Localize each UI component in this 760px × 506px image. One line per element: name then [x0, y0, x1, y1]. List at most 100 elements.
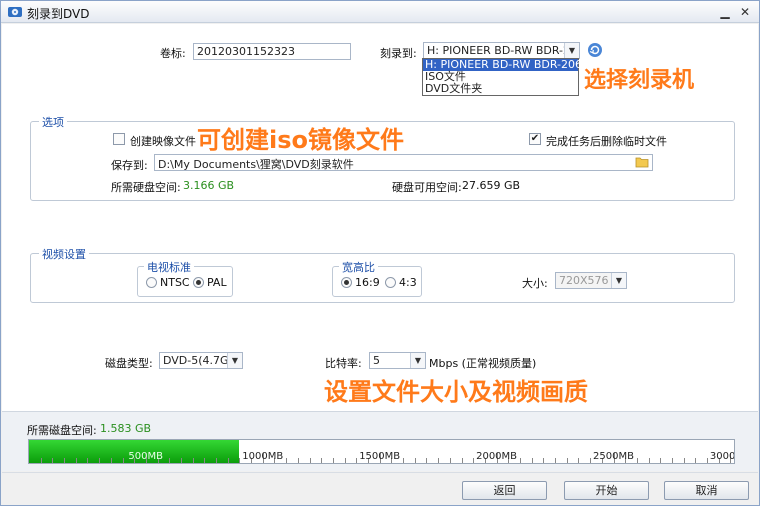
footer-bar: 返回 开始 取消 [2, 472, 758, 505]
create-image-label: 创建映像文件 [130, 135, 196, 148]
gauge-tick [414, 458, 416, 463]
size-select[interactable]: 720X576 ▼ [555, 272, 627, 289]
bitrate-unit: Mbps (正常视频质量) [429, 357, 537, 370]
burner-option[interactable]: DVD文件夹 [423, 83, 578, 95]
gauge-mark-label: 1500MB [359, 451, 401, 462]
gauge-tick [707, 458, 709, 463]
gauge-tick [403, 458, 405, 463]
dvd-app-icon [8, 7, 22, 17]
gauge-tick [239, 458, 241, 463]
gauge-tick [473, 458, 475, 463]
back-button[interactable]: 返回 [462, 481, 547, 500]
aspect-16-9-radio[interactable] [341, 277, 352, 288]
gauge-tick [99, 458, 101, 463]
gauge-tick [695, 458, 697, 463]
size-selected-value: 720X576 [559, 274, 609, 287]
video-settings-title: 视频设置 [39, 246, 89, 262]
aspect-4-3-radio[interactable] [385, 277, 396, 288]
annotation-set-size-quality: 设置文件大小及视频画质 [324, 378, 588, 406]
gauge-mark-label: 500MB [128, 451, 163, 462]
available-space-value: 27.659 GB [462, 179, 521, 192]
gauge-tick [52, 458, 54, 463]
ntsc-radio[interactable] [146, 277, 157, 288]
aspect-4-3-label: 4:3 [399, 276, 417, 289]
gauge-tick [75, 458, 77, 463]
bitrate-label: 比特率: [325, 357, 362, 370]
gauge-tick [461, 458, 463, 463]
gauge-tick [356, 458, 358, 463]
disk-usage-gauge: 500MB1000MB1500MB2000MB2500MB3000MB3500M… [28, 439, 735, 464]
gauge-tick [449, 458, 451, 463]
gauge-tick [192, 458, 194, 463]
disk-usage-area: 所需磁盘空间: 1.583 GB 500MB 1000MB 1500MB 2000MB… [2, 411, 758, 471]
gauge-tick [309, 458, 311, 463]
video-settings-group: 视频设置 电视标准 NTSC PAL 宽高比 16:9 4:3 大小: 720X… [30, 246, 735, 303]
annotation-create-iso: 可创建iso镜像文件 [197, 126, 404, 154]
save-to-label: 保存到: [111, 159, 148, 172]
bitrate-select[interactable]: 5 ▼ [369, 352, 426, 369]
main-panel: 卷标: 20120301152323 刻录到: H: PIONEER BD-RW… [2, 24, 758, 411]
gauge-tick [426, 458, 428, 463]
pal-radio[interactable] [193, 277, 204, 288]
title-bar: 刻录到DVD ▁ ✕ [1, 1, 759, 23]
aspect-ratio-title: 宽高比 [339, 259, 378, 275]
annotation-select-burner: 选择刻录机 [584, 68, 695, 93]
start-button[interactable]: 开始 [564, 481, 649, 500]
gauge-tick [286, 458, 288, 463]
gauge-tick [87, 458, 89, 463]
usage-value: 1.583 GB [100, 422, 152, 435]
window-title: 刻录到DVD [27, 7, 90, 21]
create-image-checkbox[interactable] [113, 133, 125, 145]
gauge-tick [660, 458, 662, 463]
gauge-tick [519, 458, 521, 463]
tv-standard-title: 电视标准 [144, 259, 194, 275]
close-icon[interactable]: ✕ [737, 4, 753, 20]
gauge-tick [110, 458, 112, 463]
ntsc-label: NTSC [160, 276, 190, 289]
bitrate-value: 5 [373, 354, 380, 367]
pal-label: PAL [207, 276, 227, 289]
available-space-label: 硬盘可用空间: [392, 181, 462, 194]
volume-input[interactable]: 20120301152323 [193, 43, 351, 60]
options-group-title: 选项 [39, 114, 67, 130]
required-space-label: 所需硬盘空间: [111, 181, 181, 194]
aspect-ratio-group: 宽高比 16:9 4:3 [332, 259, 422, 297]
gauge-tick [578, 458, 580, 463]
gauge-tick [40, 458, 42, 463]
burner-select[interactable]: H: PIONEER BD-RW BDR-2... ▼ [423, 42, 580, 59]
gauge-tick [438, 458, 440, 463]
gauge-tick [344, 458, 346, 463]
disc-type-label: 磁盘类型: [105, 357, 153, 370]
delete-temp-checkbox[interactable]: ✔ [529, 133, 541, 145]
gauge-tick [332, 458, 334, 463]
volume-label: 卷标: [160, 47, 186, 60]
burner-selected-value: H: PIONEER BD-RW BDR-2... [427, 44, 580, 57]
refresh-icon[interactable] [587, 42, 603, 58]
usage-label: 所需磁盘空间: [27, 424, 97, 437]
gauge-tick [169, 458, 171, 463]
gauge-mark-label: 2000MB [476, 451, 518, 462]
gauge-mark-label: 3000MB [709, 451, 735, 462]
gauge-tick [64, 458, 66, 463]
tv-standard-group: 电视标准 NTSC PAL [137, 259, 233, 297]
chevron-down-icon[interactable]: ▼ [611, 273, 626, 288]
chevron-down-icon[interactable]: ▼ [227, 353, 242, 368]
gauge-tick [122, 458, 124, 463]
disc-type-select[interactable]: DVD-5(4.7GB) ▼ [159, 352, 243, 369]
chevron-down-icon[interactable]: ▼ [410, 353, 425, 368]
gauge-tick [297, 458, 299, 463]
gauge-tick [636, 458, 638, 463]
chevron-down-icon[interactable]: ▼ [564, 43, 579, 58]
burner-dropdown-list: H: PIONEER BD-RW BDR-206 ISO文件 DVD文件夹 [422, 58, 582, 96]
save-to-path-input[interactable]: D:\My Documents\狸窝\DVD刻录软件 [154, 154, 653, 171]
gauge-mark-label: 2500MB [593, 451, 634, 462]
minimize-icon[interactable]: ▁ [717, 4, 733, 20]
gauge-tick [590, 458, 592, 463]
burn-dvd-window: 刻录到DVD ▁ ✕ 卷标: 20120301152323 刻录到: H: PI… [0, 0, 760, 506]
cancel-button[interactable]: 取消 [664, 481, 749, 500]
gauge-tick [543, 458, 545, 463]
folder-icon[interactable] [635, 156, 649, 168]
size-label: 大小: [522, 277, 548, 290]
gauge-mark-label: 1000MB [242, 451, 284, 462]
gauge-tick [180, 458, 182, 463]
